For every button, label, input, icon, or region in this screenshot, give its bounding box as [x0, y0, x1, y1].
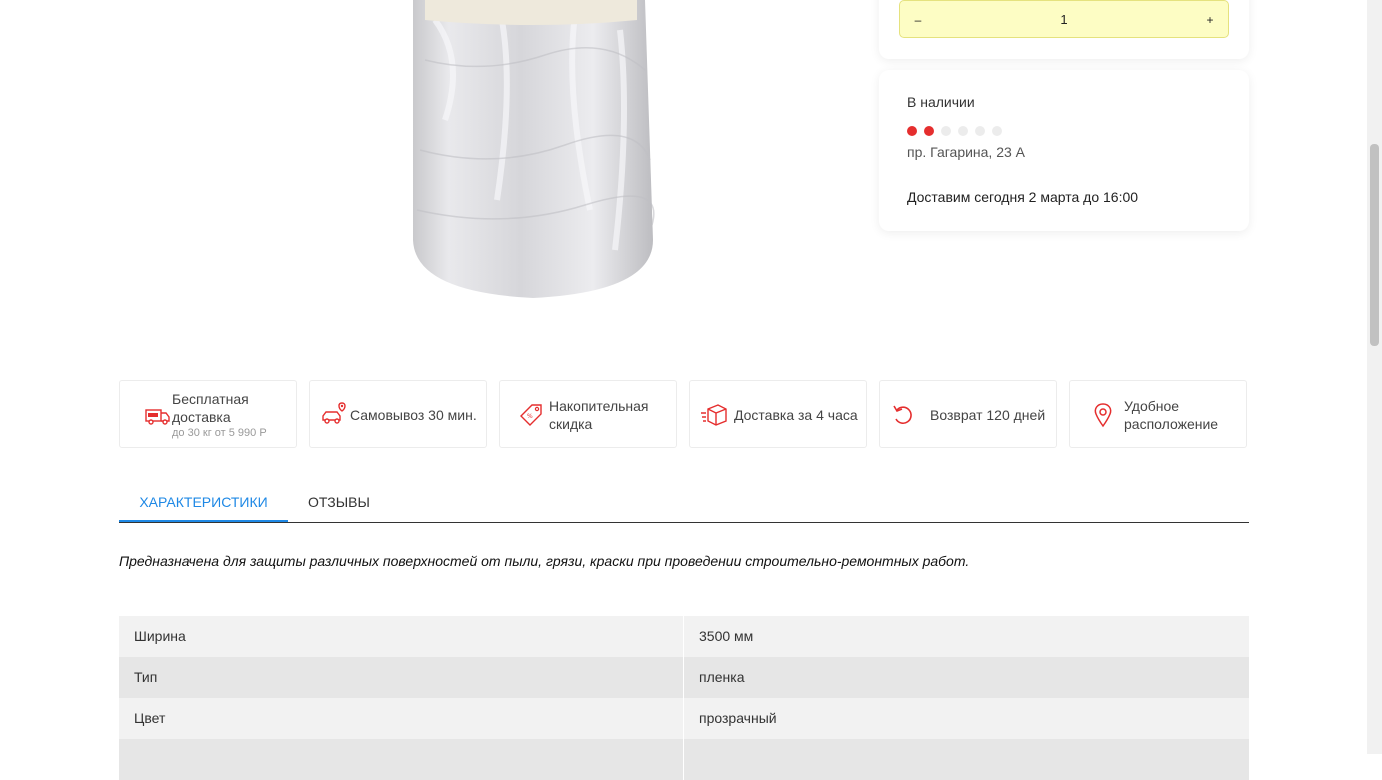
feature-convenient-location[interactable]: Удобное расположение — [1069, 380, 1247, 448]
spec-value: 3500 мм — [699, 628, 754, 644]
product-tabs: ХАРАКТЕРИСТИКИ ОТЗЫВЫ — [119, 482, 1249, 523]
product-image — [413, 0, 655, 298]
car-pickup-icon — [322, 402, 346, 424]
spec-value: прозрачный — [699, 710, 777, 726]
scrollbar-thumb[interactable] — [1370, 144, 1379, 346]
feature-fast-delivery[interactable]: Доставка за 4 часа — [689, 380, 867, 448]
feature-title: Возврат 120 дней — [930, 407, 1046, 423]
feature-title: Доставка за 4 часа — [734, 407, 858, 423]
quantity-input[interactable]: 1 — [936, 1, 1192, 39]
spec-label: Ширина — [134, 628, 186, 644]
stock-card: В наличии пр. Гагарина, 23 А Доставим се… — [879, 70, 1249, 231]
stock-dot-filled — [924, 126, 934, 136]
quantity-decrease-button[interactable]: – — [900, 1, 936, 39]
column-divider — [683, 616, 684, 657]
stock-dot-empty — [941, 126, 951, 136]
stock-dot-filled — [907, 126, 917, 136]
stock-dot-empty — [975, 126, 985, 136]
table-row: Ширина 3500 мм — [119, 616, 1249, 657]
location-pin-icon — [1094, 403, 1112, 428]
feature-title: Самовывоз 30 мин. — [350, 407, 477, 423]
delivery-estimate: Доставим сегодня 2 марта до 16:00 — [907, 189, 1139, 205]
feature-title: Удобное расположение — [1124, 398, 1219, 432]
specs-table: Ширина 3500 мм Тип пленка Цвет прозрачны… — [119, 616, 1249, 780]
tab-reviews[interactable]: ОТЗЫВЫ — [308, 482, 370, 522]
column-divider — [683, 698, 684, 739]
feature-loyalty-discount[interactable]: % Накопительная скидка — [499, 380, 677, 448]
quantity-increase-button[interactable]: + — [1192, 1, 1228, 39]
store-address: пр. Гагарина, 23 А — [907, 144, 1026, 160]
tab-characteristics[interactable]: ХАРАКТЕРИСТИКИ — [119, 482, 288, 522]
stock-level-indicator — [907, 123, 1009, 136]
feature-free-delivery[interactable]: Бесплатная доставка до 30 кг от 5 990 Р — [119, 380, 297, 448]
stock-dot-empty — [992, 126, 1002, 136]
return-arrow-icon — [893, 405, 912, 425]
feature-subtitle: до 30 кг от 5 990 Р — [172, 427, 267, 439]
svg-text:%: % — [527, 413, 533, 420]
free-delivery-truck-icon — [145, 409, 170, 425]
quantity-card: – 1 + — [879, 0, 1249, 59]
page-scrollbar[interactable] — [1367, 0, 1382, 754]
feature-title: Бесплатная доставка — [172, 391, 249, 425]
table-row: Цвет прозрачный — [119, 698, 1249, 739]
spec-value: пленка — [699, 669, 745, 685]
stock-status: В наличии — [907, 94, 975, 110]
feature-pickup[interactable]: Самовывоз 30 мин. — [309, 380, 487, 448]
package-icon — [701, 404, 727, 426]
table-row: Тип пленка — [119, 657, 1249, 698]
quantity-stepper: – 1 + — [899, 0, 1229, 38]
column-divider — [683, 657, 684, 698]
product-description: Предназначена для защиты различных повер… — [119, 553, 970, 569]
spec-label: Цвет — [134, 710, 166, 726]
feature-return-policy[interactable]: Возврат 120 дней — [879, 380, 1057, 448]
stock-dot-empty — [958, 126, 968, 136]
table-row — [119, 739, 1249, 780]
spec-label: Тип — [134, 669, 158, 685]
feature-title: Накопительная скидка — [549, 398, 649, 432]
column-divider — [683, 739, 684, 780]
discount-tag-icon: % — [520, 404, 542, 426]
